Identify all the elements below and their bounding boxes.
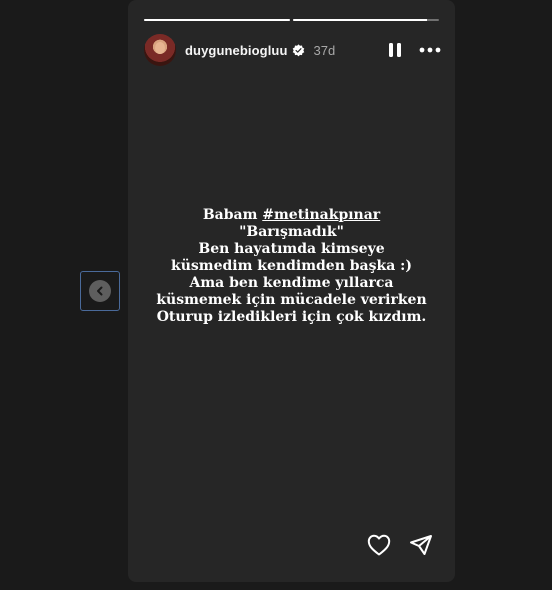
story-footer-actions: [367, 534, 433, 556]
paper-plane-icon[interactable]: [409, 534, 433, 556]
progress-fill: [293, 19, 428, 21]
story-viewer: duygunebiogluu 37d Babam #metinakpınar "…: [0, 0, 552, 590]
verified-badge-icon: [292, 43, 305, 57]
story-text-line: küsmemek için mücadele verirken: [156, 292, 427, 308]
progress-segment: [293, 19, 439, 21]
pause-icon[interactable]: [388, 42, 402, 58]
story-text-prefix: Babam: [202, 207, 263, 223]
chevron-left-icon: [89, 280, 111, 302]
story-text-line: küsmedim kendimden başka :): [171, 258, 412, 274]
heart-icon[interactable]: [367, 534, 391, 556]
hashtag-link[interactable]: #metinakpınar: [262, 207, 380, 223]
previous-story-button[interactable]: [80, 271, 120, 311]
progress-segment: [144, 19, 290, 21]
progress-fill: [144, 19, 290, 21]
username[interactable]: duygunebiogluu: [185, 43, 288, 58]
avatar[interactable]: [144, 34, 176, 66]
story-text-line: Ama ben kendime yıllarca: [189, 275, 394, 291]
story-progress-bars: [144, 19, 439, 21]
story-card: duygunebiogluu 37d Babam #metinakpınar "…: [128, 0, 455, 582]
more-icon[interactable]: [419, 47, 441, 53]
post-time: 37d: [313, 42, 336, 58]
header-actions: [388, 42, 441, 58]
story-header: duygunebiogluu 37d: [144, 33, 441, 67]
story-text-line: Babam #metinakpınar: [128, 207, 455, 224]
story-text-line: Ben hayatımda kimseye: [198, 241, 385, 257]
story-text-line: Oturup izledikleri için çok kızdım.: [156, 309, 427, 325]
story-text: Babam #metinakpınar "Barışmadık" Ben hay…: [128, 207, 455, 326]
story-text-line: "Barışmadık": [239, 224, 344, 240]
